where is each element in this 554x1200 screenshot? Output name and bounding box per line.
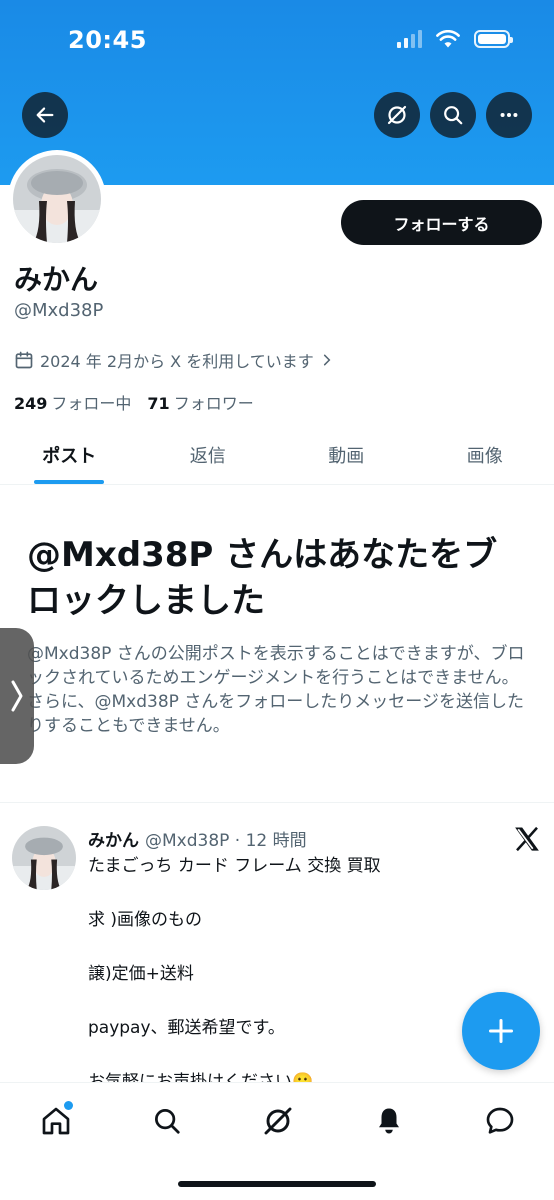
display-name: みかん — [14, 263, 99, 296]
battery-icon — [474, 30, 513, 48]
grok-button[interactable] — [374, 92, 420, 138]
calendar-icon — [15, 351, 33, 369]
search-icon — [155, 1109, 180, 1134]
following-link[interactable]: 249 フォロー中 — [14, 390, 131, 414]
search-button[interactable] — [430, 92, 476, 138]
compose-button[interactable] — [462, 992, 540, 1070]
message-icon — [486, 1107, 514, 1134]
x-logo-icon — [515, 826, 539, 852]
nav-home[interactable] — [38, 1101, 74, 1139]
tab-replies[interactable]: 返信 — [139, 428, 278, 484]
more-icon — [500, 112, 518, 118]
profile-tabs: ポスト 返信 動画 画像 — [0, 428, 554, 485]
post-author-name[interactable]: みかん — [88, 826, 139, 851]
bell-icon — [379, 1108, 399, 1134]
following-label: フォロー中 — [51, 394, 132, 413]
signal-icon — [397, 30, 422, 48]
post-line: 求 )画像のもの — [88, 910, 203, 930]
post-header: みかん @Mxd38P · 12 時間 — [88, 826, 307, 851]
divider — [0, 802, 554, 803]
followers-label: フォロワー — [173, 394, 254, 413]
grok-icon — [264, 1107, 292, 1135]
follow-counts: 249 フォロー中 71 フォロワー — [14, 390, 254, 414]
plus-icon — [488, 1018, 514, 1044]
follow-button[interactable]: フォローする — [341, 200, 542, 245]
status-time: 20:45 — [68, 26, 147, 54]
blocked-description: @Mxd38P さんの公開ポストを表示することはできますが、ブロックされているた… — [27, 644, 525, 736]
arrow-left-icon — [36, 107, 54, 123]
home-indicator — [178, 1181, 376, 1187]
profile-handle: @Mxd38P — [14, 300, 104, 321]
nav-notifications[interactable] — [371, 1103, 407, 1139]
followers-count: 71 — [147, 394, 170, 413]
joined-date[interactable]: 2024 年 2月から X を利用しています — [14, 348, 334, 372]
nav-messages[interactable] — [482, 1103, 518, 1139]
nav-grok[interactable] — [260, 1103, 296, 1139]
avatar-frame[interactable] — [8, 150, 106, 248]
chevron-right-icon — [323, 354, 331, 366]
notification-dot — [64, 1101, 73, 1110]
blocked-title: @Mxd38P さんはあなたをブロックしました — [27, 535, 498, 621]
post-line: 譲)定価+送料 — [88, 964, 194, 984]
back-button[interactable] — [22, 92, 68, 138]
status-bar: 20:45 — [0, 0, 554, 80]
nav-search[interactable] — [149, 1103, 185, 1139]
wifi-icon — [436, 30, 460, 48]
side-panel-handle[interactable] — [0, 628, 34, 764]
post-avatar[interactable] — [12, 826, 76, 890]
more-button[interactable] — [486, 92, 532, 138]
followers-link[interactable]: 71 フォロワー — [147, 390, 253, 414]
post-handle-time: @Mxd38P · 12 時間 — [145, 831, 307, 851]
following-count: 249 — [14, 394, 48, 413]
post-line: たまごっち カード フレーム 交換 買取 — [88, 856, 381, 876]
search-icon — [444, 106, 463, 125]
tab-images[interactable]: 画像 — [416, 428, 554, 484]
tab-posts[interactable]: ポスト — [0, 428, 139, 484]
grok-icon — [387, 105, 407, 125]
chevron-right-icon — [11, 680, 23, 712]
joined-text: 2024 年 2月から X を利用しています — [40, 352, 314, 371]
avatar — [13, 155, 101, 243]
tab-videos[interactable]: 動画 — [277, 428, 416, 484]
